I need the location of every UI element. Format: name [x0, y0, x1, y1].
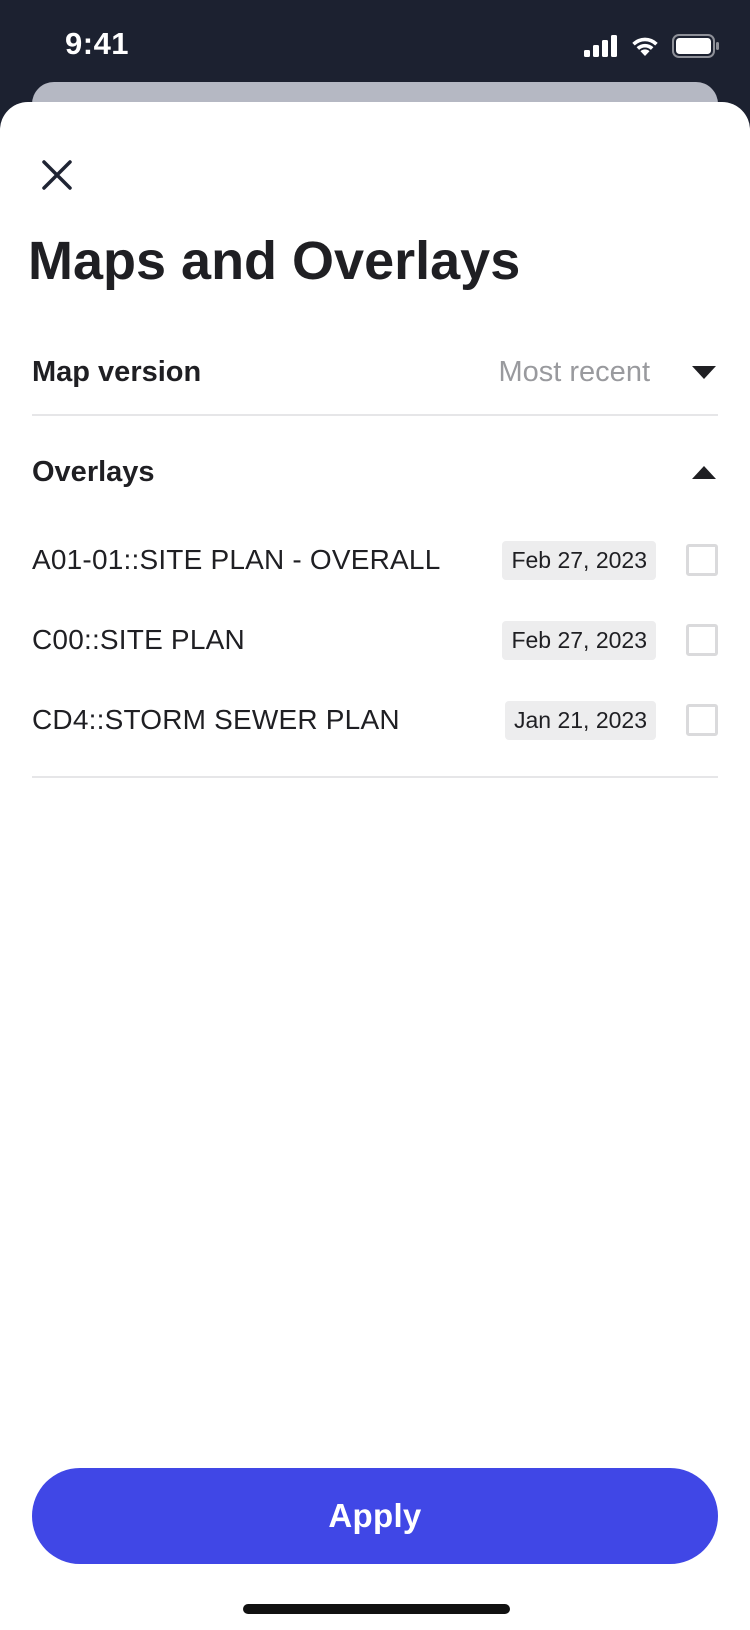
maps-overlays-sheet: Maps and Overlays Map version Most recen… [0, 102, 750, 1630]
cellular-signal-icon [584, 35, 618, 57]
map-version-label: Map version [32, 355, 202, 388]
status-time: 9:41 [65, 26, 130, 61]
overlay-item-c00[interactable]: C00::SITE PLAN Feb 27, 2023 [32, 600, 718, 680]
overlays-label: Overlays [32, 455, 155, 488]
overlay-checkbox[interactable] [686, 624, 718, 656]
map-version-dropdown[interactable]: Map version Most recent [32, 332, 718, 412]
close-button[interactable] [34, 154, 80, 200]
overlay-name: CD4::STORM SEWER PLAN [32, 704, 400, 735]
map-version-value: Most recent [498, 355, 651, 388]
home-indicator [243, 1604, 510, 1614]
overlay-name: A01-01::SITE PLAN - OVERALL [32, 544, 441, 575]
close-icon [41, 159, 73, 196]
wifi-icon [630, 35, 660, 57]
status-bar: 9:41 [0, 0, 750, 95]
caret-up-icon [690, 464, 718, 480]
overlay-checkbox[interactable] [686, 544, 718, 576]
overlay-name: C00::SITE PLAN [32, 624, 245, 655]
status-icons [584, 33, 720, 59]
overlay-item-a01-01[interactable]: A01-01::SITE PLAN - OVERALL Feb 27, 2023 [32, 520, 718, 600]
overlay-date-badge: Jan 21, 2023 [504, 700, 656, 740]
divider [32, 776, 718, 778]
page-title: Maps and Overlays [28, 231, 521, 291]
caret-down-icon [690, 364, 718, 380]
overlay-date-badge: Feb 27, 2023 [502, 620, 656, 660]
apply-button[interactable]: Apply [32, 1468, 718, 1564]
overlay-date-badge: Feb 27, 2023 [502, 540, 656, 580]
overlay-list: A01-01::SITE PLAN - OVERALL Feb 27, 2023… [32, 520, 718, 760]
divider [32, 414, 718, 416]
overlay-item-cd4[interactable]: CD4::STORM SEWER PLAN Jan 21, 2023 [32, 680, 718, 760]
overlays-section-toggle[interactable]: Overlays [32, 442, 718, 502]
battery-icon [672, 34, 720, 58]
overlay-checkbox[interactable] [686, 704, 718, 736]
